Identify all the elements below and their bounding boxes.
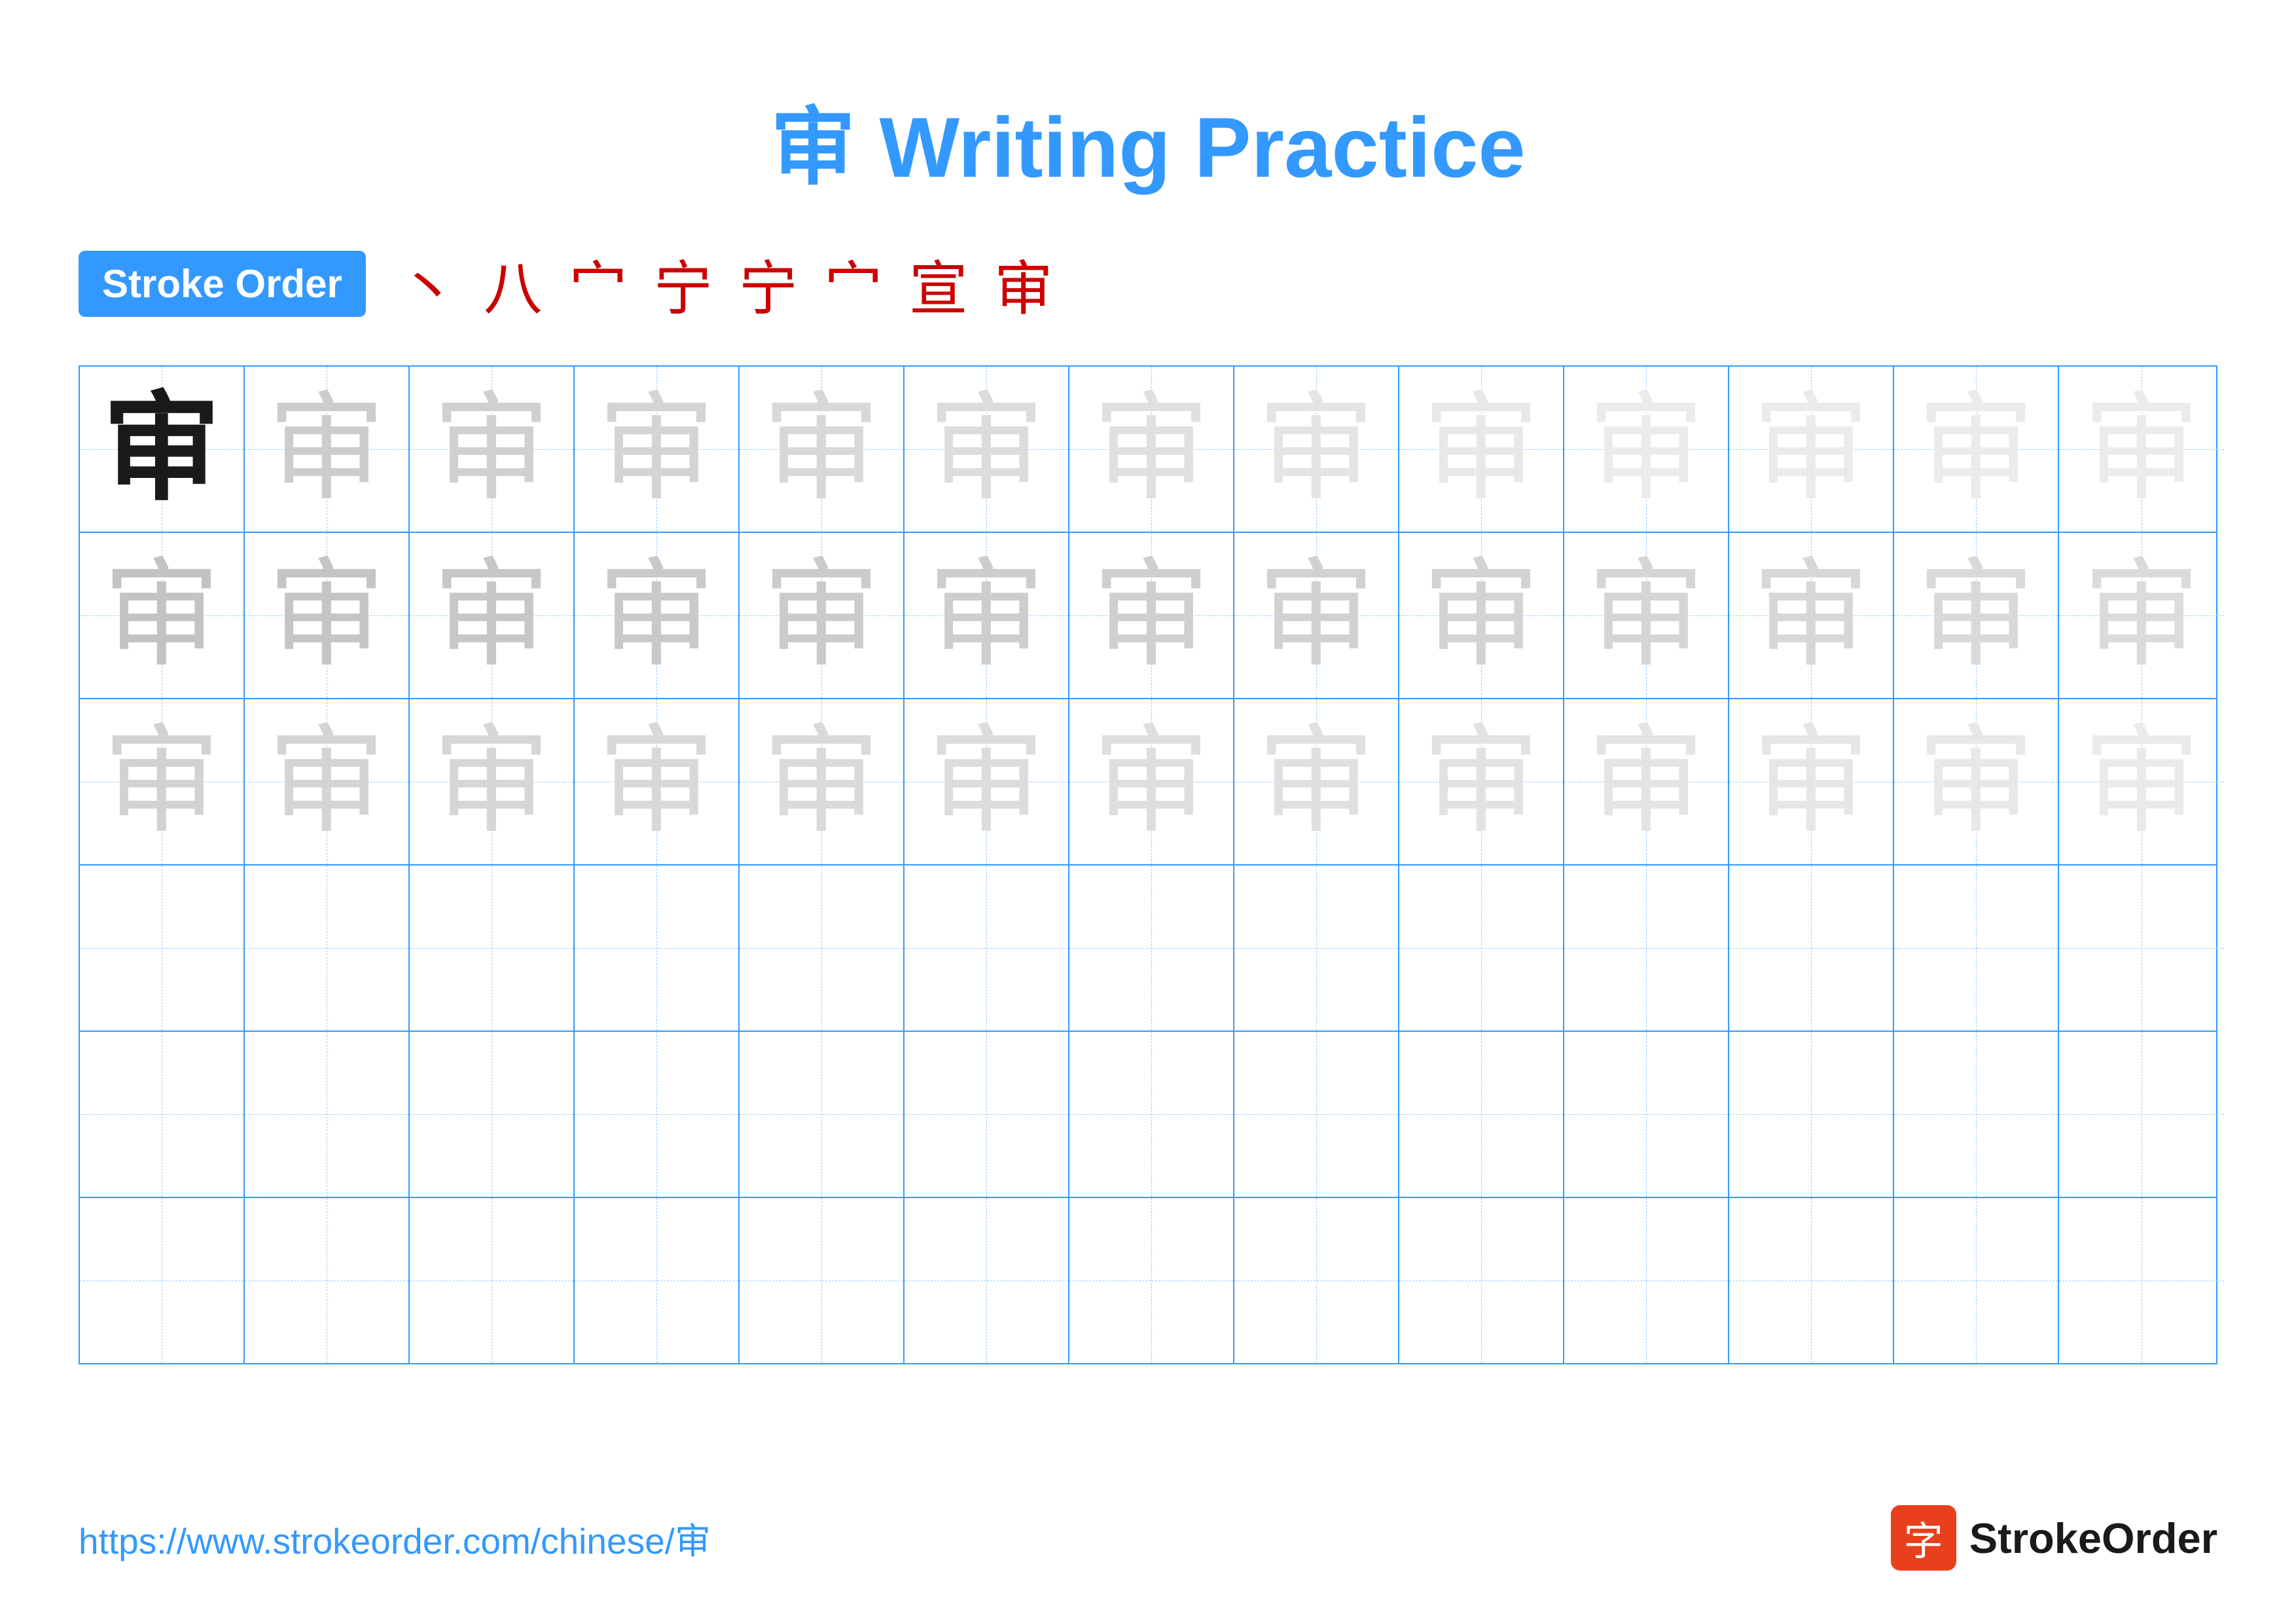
grid-cell[interactable]: 审 <box>2059 1198 2224 1363</box>
grid-cell[interactable]: 审 <box>905 866 1069 1030</box>
logo-text: StrokeOrder <box>1969 1514 2217 1563</box>
grid-cell[interactable]: 审 <box>80 866 245 1030</box>
stroke-sequence: 丶 八 宀 宁 宁 宀 宣 审 <box>399 241 1053 326</box>
grid-cell[interactable]: 审 <box>80 1198 245 1363</box>
grid-cell[interactable]: 审 <box>1894 1198 2059 1363</box>
grid-cell[interactable]: 审 <box>1069 533 1234 698</box>
grid-cell[interactable]: 审 <box>1234 866 1399 1030</box>
grid-cell[interactable]: 审 <box>905 1032 1069 1197</box>
grid-cell[interactable]: 审 <box>1564 866 1729 1030</box>
grid-row-4: 审审审审审审审审审审审审审 <box>80 866 2216 1032</box>
grid-cell[interactable]: 审 <box>1564 699 1729 864</box>
grid-cell[interactable]: 审 <box>1399 866 1564 1030</box>
grid-cell[interactable]: 审 <box>1729 699 1894 864</box>
grid-cell[interactable]: 审 <box>1729 367 1894 532</box>
grid-cell[interactable]: 审 <box>410 367 575 532</box>
grid-cell[interactable]: 审 <box>2059 866 2224 1030</box>
grid-cell[interactable]: 审 <box>740 1198 905 1363</box>
grid-cell[interactable]: 审 <box>1894 367 2059 532</box>
grid-cell[interactable]: 审 <box>1564 1032 1729 1197</box>
practice-grid: 审审审审审审审审审审审审审审审审审审审审审审审审审审审审审审审审审审审审审审审审… <box>79 365 2217 1364</box>
grid-cell[interactable]: 审 <box>245 866 410 1030</box>
grid-cell[interactable]: 审 <box>245 1198 410 1363</box>
grid-cell[interactable]: 审 <box>1729 533 1894 698</box>
grid-cell[interactable]: 审 <box>1564 533 1729 698</box>
stroke-order-section: Stroke Order 丶 八 宀 宁 宁 宀 宣 审 <box>0 241 2296 365</box>
grid-cell[interactable]: 审 <box>575 699 740 864</box>
footer: https://www.strokeorder.com/chinese/审 字 … <box>0 1505 2296 1571</box>
grid-cell[interactable]: 审 <box>1729 1198 1894 1363</box>
grid-cell[interactable]: 审 <box>410 1032 575 1197</box>
footer-url[interactable]: https://www.strokeorder.com/chinese/审 <box>79 1512 711 1564</box>
grid-cell[interactable]: 审 <box>1069 1032 1234 1197</box>
grid-cell[interactable]: 审 <box>1894 533 2059 698</box>
grid-row-1: 审审审审审审审审审审审审审 <box>80 367 2216 533</box>
grid-cell[interactable]: 审 <box>2059 533 2224 698</box>
footer-logo: 字 StrokeOrder <box>1891 1505 2217 1571</box>
stroke-order-badge: Stroke Order <box>79 251 366 317</box>
grid-cell[interactable]: 审 <box>740 1032 905 1197</box>
grid-cell[interactable]: 审 <box>2059 699 2224 864</box>
grid-cell[interactable]: 审 <box>1729 1032 1894 1197</box>
grid-cell[interactable]: 审 <box>80 367 245 532</box>
grid-cell[interactable]: 审 <box>905 1198 1069 1363</box>
grid-cell[interactable]: 审 <box>1729 866 1894 1030</box>
grid-cell[interactable]: 审 <box>1069 367 1234 532</box>
grid-cell[interactable]: 审 <box>1894 699 2059 864</box>
grid-cell[interactable]: 审 <box>740 533 905 698</box>
grid-cell[interactable]: 审 <box>1234 1032 1399 1197</box>
grid-cell[interactable]: 审 <box>410 533 575 698</box>
grid-cell[interactable]: 审 <box>1399 1032 1564 1197</box>
logo-icon: 字 <box>1891 1505 1956 1571</box>
grid-cell[interactable]: 审 <box>905 533 1069 698</box>
grid-cell[interactable]: 审 <box>2059 367 2224 532</box>
grid-cell[interactable]: 审 <box>1399 533 1564 698</box>
grid-cell[interactable]: 审 <box>575 1032 740 1197</box>
grid-cell[interactable]: 审 <box>575 533 740 698</box>
grid-cell[interactable]: 审 <box>80 1032 245 1197</box>
grid-cell[interactable]: 审 <box>1069 866 1234 1030</box>
grid-cell[interactable]: 审 <box>1069 1198 1234 1363</box>
grid-cell[interactable]: 审 <box>740 367 905 532</box>
grid-cell[interactable]: 审 <box>245 1032 410 1197</box>
grid-cell[interactable]: 审 <box>80 699 245 864</box>
grid-row-6: 审审审审审审审审审审审审审 <box>80 1198 2216 1363</box>
grid-row-3: 审审审审审审审审审审审审审 <box>80 699 2216 866</box>
grid-cell[interactable]: 审 <box>1399 1198 1564 1363</box>
grid-cell[interactable]: 审 <box>80 533 245 698</box>
grid-cell[interactable]: 审 <box>1399 699 1564 864</box>
grid-cell[interactable]: 审 <box>1399 367 1564 532</box>
grid-cell[interactable]: 审 <box>575 367 740 532</box>
grid-cell[interactable]: 审 <box>410 1198 575 1363</box>
grid-cell[interactable]: 审 <box>1894 866 2059 1030</box>
grid-cell[interactable]: 审 <box>1234 699 1399 864</box>
grid-cell[interactable]: 审 <box>1564 367 1729 532</box>
grid-row-5: 审审审审审审审审审审审审审 <box>80 1032 2216 1198</box>
grid-cell[interactable]: 审 <box>1564 1198 1729 1363</box>
grid-row-2: 审审审审审审审审审审审审审 <box>80 533 2216 699</box>
grid-cell[interactable]: 审 <box>740 699 905 864</box>
grid-cell[interactable]: 审 <box>905 699 1069 864</box>
grid-cell[interactable]: 审 <box>410 866 575 1030</box>
page-title: 审 Writing Practice <box>0 0 2296 241</box>
grid-cell[interactable]: 审 <box>575 1198 740 1363</box>
grid-cell[interactable]: 审 <box>245 533 410 698</box>
grid-cell[interactable]: 审 <box>905 367 1069 532</box>
grid-cell[interactable]: 审 <box>575 866 740 1030</box>
grid-cell[interactable]: 审 <box>2059 1032 2224 1197</box>
grid-cell[interactable]: 审 <box>1234 367 1399 532</box>
grid-cell[interactable]: 审 <box>1069 699 1234 864</box>
grid-cell[interactable]: 审 <box>1234 533 1399 698</box>
grid-cell[interactable]: 审 <box>245 367 410 532</box>
grid-cell[interactable]: 审 <box>245 699 410 864</box>
grid-cell[interactable]: 审 <box>1894 1032 2059 1197</box>
grid-cell[interactable]: 审 <box>410 699 575 864</box>
grid-cell[interactable]: 审 <box>1234 1198 1399 1363</box>
grid-cell[interactable]: 审 <box>740 866 905 1030</box>
